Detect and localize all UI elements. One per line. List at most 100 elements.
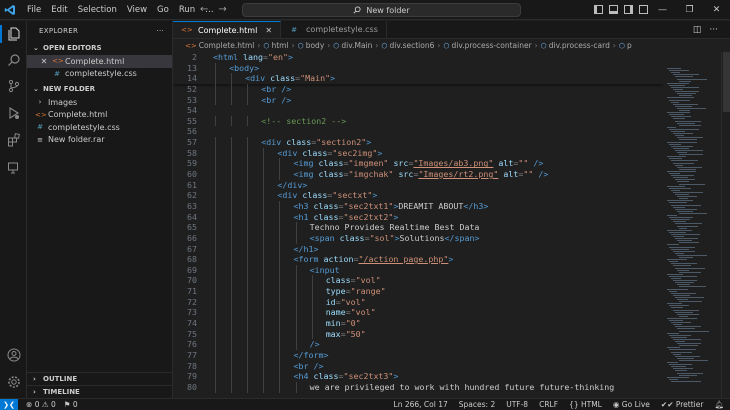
minimap[interactable] bbox=[663, 52, 720, 398]
tree-item-completestyle-css[interactable]: # completestyle.css bbox=[27, 121, 172, 134]
settings-gear-icon[interactable] bbox=[0, 371, 27, 393]
problems-status[interactable]: ⊗ 0 ⚠ 0 bbox=[26, 400, 56, 409]
remote-explorer-icon[interactable] bbox=[0, 157, 27, 179]
extensions-icon[interactable] bbox=[0, 129, 27, 151]
code-line[interactable]: 59 <img class="imgmen" src="Images/ab3.pn… bbox=[173, 158, 663, 170]
code-line[interactable]: 74 min="0" bbox=[173, 318, 663, 329]
account-icon[interactable] bbox=[0, 344, 27, 366]
close-tab-icon[interactable]: ✕ bbox=[265, 26, 272, 35]
code-line[interactable]: 71 type="range" bbox=[173, 286, 663, 297]
scrollbar-thumb[interactable] bbox=[723, 52, 730, 112]
code-line[interactable]: 58 <div class="sec2img"> bbox=[173, 147, 663, 159]
breadcrumb-item[interactable]: <> Complete.html bbox=[185, 41, 254, 50]
code-line[interactable]: 53 <br /> bbox=[173, 94, 663, 106]
explorer-icon[interactable] bbox=[0, 23, 27, 45]
breadcrumb-item[interactable]: ⬡ div.Main bbox=[333, 41, 372, 50]
code-line[interactable]: 73 name="vol" bbox=[173, 307, 663, 319]
code-line[interactable]: 70 class="vol" bbox=[173, 275, 663, 287]
search-sidebar-icon[interactable] bbox=[0, 49, 27, 71]
minimap-line bbox=[675, 164, 683, 166]
code-line[interactable]: 80 we are privileged to work with hundred… bbox=[173, 381, 663, 393]
code-line[interactable]: 72 id="vol" bbox=[173, 296, 663, 308]
breadcrumb-item[interactable]: ⬡ p bbox=[619, 41, 632, 50]
toggle-secondary-sidebar-icon[interactable] bbox=[624, 5, 633, 14]
tree-item-images[interactable]: › Images bbox=[27, 96, 172, 109]
tree-item-new-folder-rar[interactable]: ≡ New folder.rar bbox=[27, 134, 172, 147]
folder-section[interactable]: ⌄ NEW FOLDER bbox=[27, 82, 172, 96]
customize-layout-icon[interactable] bbox=[639, 5, 648, 14]
vertical-scrollbar[interactable] bbox=[721, 52, 730, 398]
cursor-position[interactable]: Ln 266, Col 17 bbox=[394, 400, 448, 409]
code-line[interactable]: 63 <h3 class="sec2txt1">DREAMIT ABOUT</h3… bbox=[173, 200, 663, 212]
code-line[interactable]: 78 <br /> bbox=[173, 360, 663, 372]
code-line[interactable]: 79 <h4 class="sec2txt3"> bbox=[173, 371, 663, 382]
code-line[interactable]: 69 <input bbox=[173, 264, 663, 276]
breadcrumb-item[interactable]: ⬡ div.process-card bbox=[541, 41, 610, 50]
code-line[interactable]: 61 </div> bbox=[173, 179, 663, 191]
split-editor-icon[interactable]: ◫ bbox=[693, 25, 702, 35]
run-debug-icon[interactable] bbox=[0, 102, 27, 124]
minimap-line bbox=[673, 280, 697, 282]
tab-complete-html[interactable]: <> Complete.html ✕ bbox=[173, 21, 282, 38]
forward-arrow-icon[interactable]: → bbox=[218, 4, 226, 15]
back-arrow-icon[interactable]: ← bbox=[200, 4, 208, 15]
prettier-status[interactable]: ✔✔ Prettier bbox=[661, 400, 704, 409]
indentation[interactable]: Spaces: 2 bbox=[459, 400, 495, 409]
open-editor-item-completestyle-css[interactable]: # completestyle.css bbox=[27, 68, 172, 81]
code-line[interactable]: 68 <form action="/action_page.php"> bbox=[173, 254, 663, 265]
end-of-line[interactable]: CRLF bbox=[539, 400, 558, 409]
breadcrumb-item[interactable]: ⬡ div.process-container bbox=[443, 41, 531, 50]
go-live-button[interactable]: ◉ Go Live bbox=[613, 400, 650, 409]
code-line[interactable]: 52 <br /> bbox=[173, 83, 663, 95]
menu-edit[interactable]: Edit bbox=[46, 0, 72, 20]
source-control-icon[interactable] bbox=[0, 75, 27, 97]
menu-go[interactable]: Go bbox=[152, 0, 174, 20]
code-editor[interactable]: 2 <html lang="en"> 13 <body> 14 <div class="M… bbox=[173, 52, 663, 398]
menu-selection[interactable]: Selection bbox=[73, 0, 122, 20]
open-editor-item-complete-html[interactable]: ✕ <> Complete.html bbox=[27, 55, 172, 68]
editor-more-icon[interactable]: ··· bbox=[709, 25, 718, 35]
code-line[interactable]: 54 bbox=[173, 105, 663, 116]
tree-item-complete-html[interactable]: <> Complete.html bbox=[27, 109, 172, 122]
code-line[interactable]: 2 <html lang="en"> bbox=[173, 52, 663, 63]
code-line[interactable]: 62 <div class="sectxt"> bbox=[173, 190, 663, 201]
breadcrumb-item[interactable]: ⬡ html bbox=[263, 41, 288, 50]
menu-run[interactable]: Run bbox=[174, 0, 200, 20]
close-icon[interactable]: ✕ bbox=[39, 57, 49, 66]
encoding[interactable]: UTF-8 bbox=[506, 400, 528, 409]
toggle-primary-sidebar-icon[interactable] bbox=[594, 5, 603, 14]
code-line[interactable]: 77 </form> bbox=[173, 349, 663, 361]
remote-indicator-icon[interactable]: ❯❮ bbox=[0, 398, 18, 410]
code-line[interactable]: 65 Techno Provides Realtime Best Data bbox=[173, 222, 663, 233]
language-mode[interactable]: {} HTML bbox=[569, 400, 602, 409]
explorer-more-icon[interactable]: ··· bbox=[156, 27, 164, 35]
timeline-section[interactable]: › TIMELINE bbox=[27, 385, 173, 397]
code-line[interactable]: 55 <!-- section2 --> bbox=[173, 115, 663, 127]
breadcrumb-item[interactable]: ⬡ div.section6 bbox=[381, 41, 434, 50]
code-line[interactable]: 13 <body> bbox=[173, 62, 663, 74]
code-line[interactable]: 57 <div class="section2"> bbox=[173, 137, 663, 148]
restore-button[interactable]: ❐ bbox=[676, 0, 703, 20]
code-line[interactable]: 56 bbox=[173, 126, 663, 137]
code-line[interactable]: 66 <span class="sol">Solutions</span> bbox=[173, 232, 663, 244]
code-line[interactable]: 14 <div class="Main"> bbox=[173, 73, 663, 84]
toggle-panel-icon[interactable] bbox=[609, 5, 618, 14]
menu-view[interactable]: View bbox=[122, 0, 152, 20]
code-line[interactable]: 67 </h1> bbox=[173, 243, 663, 255]
close-window-button[interactable]: ✕ bbox=[703, 0, 730, 20]
open-editors-section[interactable]: ⌄ OPEN EDITORS bbox=[27, 41, 172, 55]
indent-guide bbox=[215, 179, 216, 191]
menu-file[interactable]: File bbox=[22, 0, 46, 20]
code-token: alt bbox=[503, 169, 519, 180]
code-line[interactable]: 75 max="50" bbox=[173, 328, 663, 340]
notifications-bell-icon[interactable]: 🔔︎ bbox=[714, 400, 724, 409]
ports-status[interactable]: ⚑ 0 bbox=[64, 400, 78, 409]
code-line[interactable]: 64 <h1 class="sec2txt2"> bbox=[173, 211, 663, 223]
code-line[interactable]: 60 <img class="imgchak" src="Images/rt2.p… bbox=[173, 169, 663, 180]
code-line[interactable]: 76 /> bbox=[173, 339, 663, 350]
breadcrumb-item[interactable]: ⬡ body bbox=[298, 41, 325, 50]
outline-section[interactable]: › OUTLINE bbox=[27, 372, 173, 384]
tab-completestyle-css[interactable]: # completestyle.css bbox=[281, 21, 387, 38]
minimize-button[interactable]: — bbox=[649, 0, 676, 20]
command-center[interactable]: New folder bbox=[242, 3, 521, 17]
